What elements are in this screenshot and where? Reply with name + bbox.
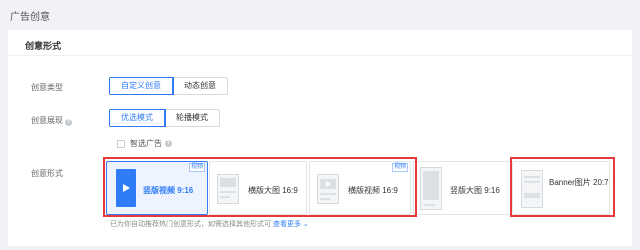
format-card-vertical-video[interactable]: 竖版视频 9:16 视频: [106, 161, 208, 215]
page-title: 广告创意: [10, 12, 50, 23]
smart-ad-row[interactable]: 智选广告 ?: [117, 138, 172, 149]
format-badge: 视频: [391, 163, 408, 172]
option-dynamic-creative[interactable]: 动态创意: [173, 77, 228, 95]
format-name: 横版视频 16:9: [348, 186, 398, 195]
hint-text: 已为你自动推荐热门创意形式，如需选择其他形式可: [110, 221, 271, 228]
format-name: 竖版视频 9:16: [143, 186, 194, 195]
creative-show-label: 创意展现: [31, 116, 63, 125]
question-icon[interactable]: ?: [65, 119, 72, 126]
image-thumbnail-icon: [217, 174, 239, 204]
format-name: 横版大图 16:9: [248, 186, 298, 195]
format-card-banner[interactable]: Banner图片 20:7: [512, 161, 610, 215]
format-card-horizontal-image[interactable]: 横版大图 16:9: [209, 161, 307, 215]
creative-type-segment: 自定义创意 动态创意: [109, 77, 228, 95]
video-thumbnail-icon: [317, 174, 339, 204]
format-card-vertical-image[interactable]: 竖版大图 9:16: [413, 161, 511, 215]
question-icon[interactable]: ?: [165, 140, 172, 147]
smart-ad-checkbox[interactable]: [117, 139, 125, 148]
format-name: Banner图片 20:7: [549, 178, 609, 187]
card-title: 创意形式: [25, 41, 62, 51]
play-icon: [116, 169, 136, 207]
format-badge: 视频: [188, 163, 205, 172]
chevron-down-icon[interactable]: ⌄: [303, 221, 309, 228]
smart-ad-label: 智选广告: [130, 139, 162, 148]
creative-show-segment: 优选模式 轮播模式: [109, 109, 220, 127]
card-header: 创意形式: [8, 30, 632, 56]
option-carousel-mode[interactable]: 轮播模式: [165, 109, 220, 127]
option-custom-creative[interactable]: 自定义创意: [109, 77, 173, 95]
format-hint: 已为你自动推荐热门创意形式，如需选择其他形式可 查看更多 ⌄: [110, 219, 309, 229]
creative-format-label: 创意形式: [31, 169, 63, 178]
creative-format-card: 创意形式 创意类型 自定义创意 动态创意 创意展现? 优选模式 轮播模式 智选广…: [8, 30, 632, 246]
see-more-link[interactable]: 查看更多: [273, 221, 301, 228]
creative-type-label: 创意类型: [31, 83, 63, 92]
banner-icon: [521, 170, 543, 208]
creative-show-label-wrap: 创意展现?: [31, 115, 72, 126]
format-card-horizontal-video[interactable]: 横版视频 16:9 视频: [309, 161, 411, 215]
vertical-image-icon: [420, 167, 442, 210]
format-name: 竖版大图 9:16: [450, 186, 500, 195]
option-preferred-mode[interactable]: 优选模式: [109, 109, 165, 127]
